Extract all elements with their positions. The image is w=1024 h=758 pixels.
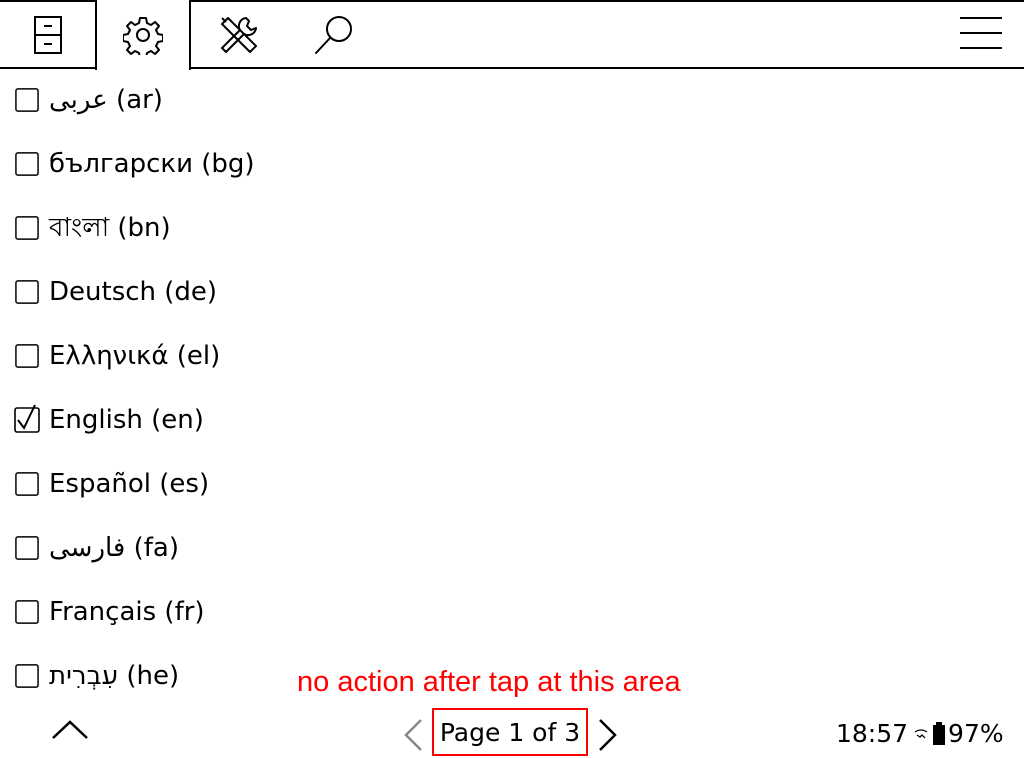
top-tab-bar	[0, 0, 1024, 70]
language-label: עִבְרִית (he)	[49, 661, 180, 691]
checkbox[interactable]	[15, 344, 39, 368]
footer-bar: Page 1 of 3 18:57 97%	[0, 705, 1024, 758]
language-item-fa[interactable]: فارسی (fa)	[0, 516, 400, 580]
language-label: Español (es)	[49, 469, 210, 499]
tab-tools[interactable]	[191, 0, 286, 70]
gear-icon	[123, 15, 163, 55]
language-item-es[interactable]: Español (es)	[0, 452, 400, 516]
checkbox[interactable]	[15, 600, 39, 624]
search-icon	[312, 13, 356, 57]
language-label: Deutsch (de)	[49, 277, 218, 307]
language-label: Français (fr)	[49, 597, 205, 627]
language-label: English (en)	[49, 405, 204, 435]
annotation-text: no action after tap at this area	[297, 666, 681, 698]
language-label: عربى (ar)	[49, 85, 163, 115]
language-item-fr[interactable]: Français (fr)	[0, 580, 400, 644]
go-up-button[interactable]	[48, 715, 92, 749]
chevron-left-icon	[403, 718, 423, 756]
language-label: български (bg)	[49, 149, 255, 179]
tools-icon	[218, 14, 260, 56]
checkbox[interactable]	[15, 472, 39, 496]
chevron-up-icon	[51, 720, 89, 744]
page-indicator[interactable]: Page 1 of 3	[432, 708, 588, 756]
language-item-ar[interactable]: عربى (ar)	[0, 68, 400, 132]
next-page-button[interactable]	[593, 717, 623, 757]
language-label: বাংলা (bn)	[49, 213, 171, 243]
checkbox[interactable]	[15, 664, 39, 688]
checkbox[interactable]	[15, 280, 39, 304]
chevron-right-icon	[598, 718, 618, 756]
checkbox[interactable]	[15, 216, 39, 240]
language-label: فارسی (fa)	[49, 533, 180, 563]
file-cabinet-icon	[33, 15, 63, 55]
tab-search[interactable]	[286, 0, 381, 70]
checkbox[interactable]	[15, 88, 39, 112]
language-item-de[interactable]: Deutsch (de)	[0, 260, 400, 324]
hamburger-menu-icon	[960, 16, 1002, 54]
checkbox[interactable]	[15, 536, 39, 560]
status-area: 18:57 97%	[836, 719, 1004, 748]
checkbox[interactable]	[15, 152, 39, 176]
language-item-bn[interactable]: বাংলা (bn)	[0, 196, 400, 260]
language-item-en[interactable]: English (en)	[0, 388, 400, 452]
previous-page-button[interactable]	[398, 717, 428, 757]
language-item-el[interactable]: Ελληνικά (el)	[0, 324, 400, 388]
checkbox-checked[interactable]	[14, 404, 40, 433]
language-item-bg[interactable]: български (bg)	[0, 132, 400, 196]
clock: 18:57	[836, 719, 909, 748]
tab-filemanager[interactable]	[0, 0, 95, 70]
main-menu-button[interactable]	[958, 0, 1004, 70]
language-label: Ελληνικά (el)	[49, 341, 221, 371]
battery-icon	[932, 721, 946, 746]
tab-settings[interactable]	[95, 0, 191, 70]
battery-level: 97%	[948, 719, 1004, 748]
wifi-off-icon	[914, 728, 928, 740]
